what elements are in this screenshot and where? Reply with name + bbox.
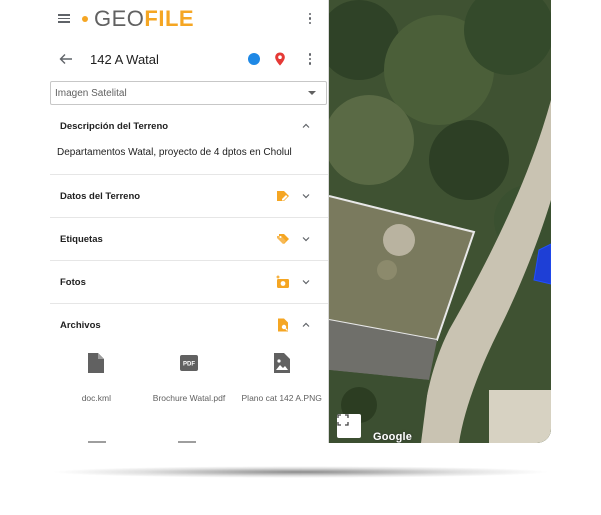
- chevron-down-icon[interactable]: [302, 192, 310, 200]
- section-title: Descripción del Terreno: [60, 120, 169, 132]
- file-item[interactable]: Plano cat 142 A.PNG: [235, 352, 328, 405]
- map-type-value: Imagen Satelital: [55, 87, 127, 99]
- section-archivos: Archivos doc.kml PDF Brochure Watal.pdf …: [50, 304, 328, 443]
- pdf-icon: PDF: [180, 355, 198, 371]
- file-name: Brochure Watal.pdf: [152, 393, 226, 403]
- logo-dot: [82, 15, 88, 22]
- detail-header: 142 A Watal: [50, 37, 328, 81]
- tag-edit-icon: [277, 191, 289, 201]
- pdf-badge: PDF: [183, 362, 195, 368]
- app-logo: GEO FILE: [82, 5, 195, 31]
- file-list: doc.kml PDF Brochure Watal.pdf Plano cat…: [50, 346, 328, 405]
- file-name: doc.kml: [81, 393, 111, 403]
- section-title: Fotos: [60, 276, 86, 288]
- map-type-select[interactable]: Imagen Satelital: [50, 81, 327, 105]
- add-photo-icon: [276, 275, 289, 288]
- section-etiquetas: Etiquetas: [50, 218, 328, 261]
- chevron-down-icon[interactable]: [302, 235, 310, 243]
- file-item[interactable]: PDF Brochure Watal.pdf: [143, 352, 236, 405]
- section-header-archivos[interactable]: Archivos: [50, 304, 328, 346]
- status-dot: [248, 53, 260, 65]
- menu-icon[interactable]: [58, 14, 70, 23]
- file-search-icon: [278, 318, 288, 332]
- app-bar: GEO FILE: [50, 0, 328, 37]
- side-panel: GEO FILE 142 A Watal Imagen Satelital De…: [50, 0, 329, 443]
- fullscreen-button[interactable]: [337, 414, 361, 438]
- section-header-fotos[interactable]: Fotos: [50, 261, 328, 303]
- satellite-map[interactable]: Google: [329, 0, 551, 443]
- back-arrow-icon[interactable]: [58, 51, 74, 67]
- chevron-up-icon[interactable]: [302, 321, 310, 329]
- section-title: Datos del Terreno: [60, 190, 141, 202]
- section-header-descripcion[interactable]: Descripción del Terreno: [50, 105, 328, 147]
- fullscreen-icon: [337, 414, 349, 426]
- location-pin-icon[interactable]: [274, 52, 286, 66]
- device-shadow: [50, 466, 551, 478]
- description-text: Departamentos Watal, proyecto de 4 dptos…: [57, 147, 292, 158]
- app-more-icon[interactable]: [304, 12, 316, 25]
- section-descripcion: Descripción del Terreno Departamentos Wa…: [50, 105, 328, 175]
- logo-text-file: FILE: [144, 5, 195, 31]
- section-header-etiquetas[interactable]: Etiquetas: [50, 218, 328, 260]
- page-title: 142 A Watal: [90, 51, 159, 67]
- chevron-up-icon[interactable]: [302, 122, 310, 130]
- document-icon: [88, 353, 105, 373]
- section-header-datos[interactable]: Datos del Terreno: [50, 175, 328, 217]
- tags-icon: [277, 234, 289, 244]
- section-title: Archivos: [60, 319, 101, 331]
- file-item-partial: [88, 441, 106, 443]
- chevron-down-icon[interactable]: [302, 278, 310, 286]
- detail-more-icon[interactable]: [304, 53, 316, 65]
- satellite-imagery: [329, 0, 551, 443]
- section-fotos: Fotos: [50, 261, 328, 304]
- section-title: Etiquetas: [60, 233, 103, 245]
- map-attribution: Google: [373, 431, 413, 443]
- file-item-partial: [178, 441, 196, 443]
- file-name: Plano cat 142 A.PNG: [241, 393, 322, 403]
- device-frame: GEO FILE 142 A Watal Imagen Satelital De…: [50, 0, 551, 443]
- file-item[interactable]: doc.kml: [50, 352, 143, 405]
- dropdown-caret-icon: [308, 91, 316, 95]
- logo-text-geo: GEO: [94, 5, 145, 31]
- image-file-icon: [273, 353, 290, 373]
- section-datos: Datos del Terreno: [50, 175, 328, 218]
